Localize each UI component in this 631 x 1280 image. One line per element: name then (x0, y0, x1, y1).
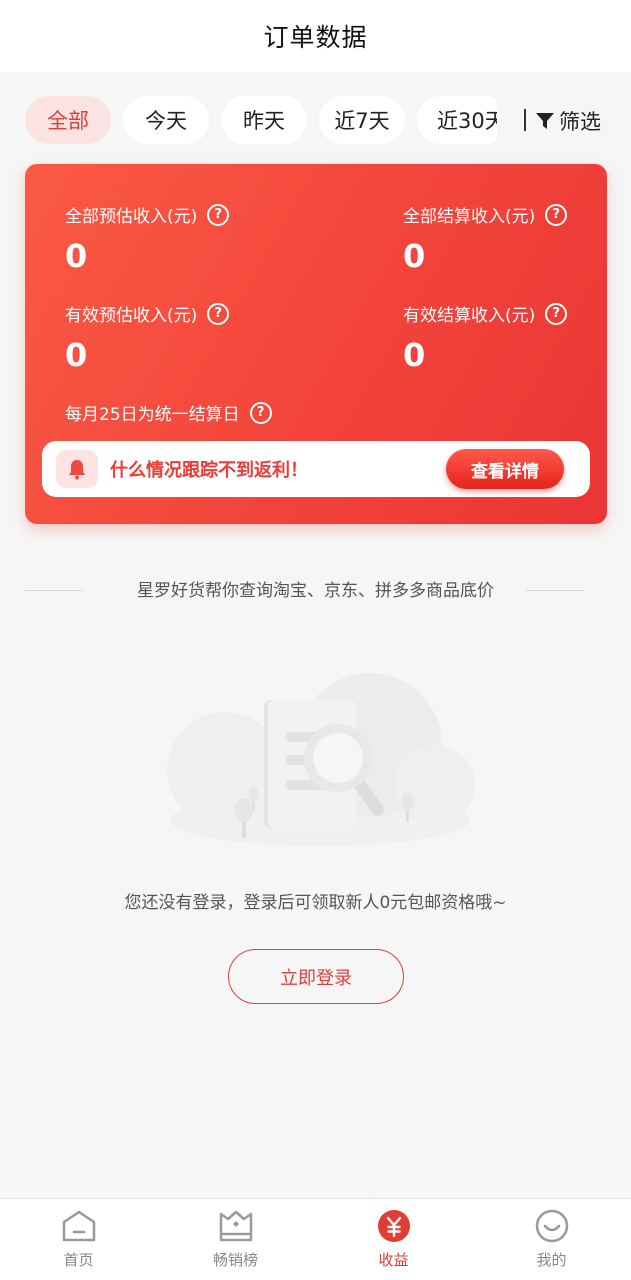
bottom-tab-bar: 首页 畅销榜 收益 我的 (0, 1198, 631, 1280)
promo-divider: 星罗好货帮你查询淘宝、京东、拼多多商品底价 (0, 578, 631, 604)
login-hint: 您还没有登录，登录后可领取新人0元包邮资格哦~ (124, 893, 507, 913)
chip-yesterday[interactable]: 昨天 (221, 96, 307, 144)
promo-text: 星罗好货帮你查询淘宝、京东、拼多多商品底价 (137, 581, 494, 601)
stat-label: 有效结算收入(元) (403, 306, 536, 326)
funnel-icon (536, 113, 554, 129)
view-details-button[interactable]: 查看详情 (446, 449, 564, 489)
date-filter-bar: 全部 今天 昨天 近7天 近30天 筛选 (0, 96, 631, 146)
ranking-icon (219, 1210, 252, 1242)
tab-bestsellers[interactable]: 畅销榜 (157, 1199, 314, 1280)
stat-valid-estimated: 有效预估收入(元)? 0 (65, 301, 230, 374)
chip-last-30-days[interactable]: 近30天 (417, 96, 497, 144)
filter-button[interactable]: 筛选 (535, 96, 601, 146)
tab-label: 我的 (536, 1251, 567, 1269)
empty-search-illustration (167, 673, 475, 846)
chip-today[interactable]: 今天 (123, 96, 209, 144)
chip-last-7-days[interactable]: 近7天 (319, 96, 405, 144)
tab-label: 畅销榜 (212, 1251, 258, 1269)
help-icon[interactable]: ? (207, 302, 230, 325)
stat-total-settled: 全部结算收入(元)? 0 (403, 202, 568, 275)
filter-label: 筛选 (559, 110, 601, 134)
help-icon[interactable]: ? (249, 401, 272, 424)
stat-value: 0 (403, 336, 426, 374)
help-icon[interactable]: ? (545, 302, 568, 325)
yuan-icon (377, 1210, 410, 1242)
help-icon[interactable]: ? (545, 203, 568, 226)
tab-profile[interactable]: 我的 (473, 1199, 630, 1280)
stat-value: 0 (65, 336, 88, 374)
stat-label: 有效预估收入(元) (65, 306, 198, 326)
help-icon[interactable]: ? (207, 203, 230, 226)
stat-value: 0 (403, 237, 426, 275)
tab-home[interactable]: 首页 (0, 1199, 157, 1280)
filter-divider (524, 109, 526, 131)
smile-icon (535, 1209, 568, 1243)
date-chip-scroller[interactable]: 全部 今天 昨天 近7天 近30天 (25, 96, 497, 146)
notice-text: 什么情况跟踪不到返利！ (110, 460, 308, 481)
home-icon (62, 1210, 95, 1242)
stat-label: 全部预估收入(元) (65, 207, 198, 227)
stat-valid-settled: 有效结算收入(元)? 0 (403, 301, 568, 374)
page-header: 订单数据 (0, 0, 631, 72)
tab-earnings[interactable]: 收益 (315, 1199, 472, 1280)
stat-value: 0 (65, 237, 88, 275)
divider-line-right (526, 590, 584, 591)
bell-icon (56, 450, 98, 488)
stat-label: 全部结算收入(元) (403, 207, 536, 227)
settlement-note: 每月25日为统一结算日? (65, 400, 272, 425)
page-title: 订单数据 (263, 23, 368, 52)
chip-all[interactable]: 全部 (25, 96, 111, 144)
settlement-note-text: 每月25日为统一结算日 (65, 405, 240, 425)
rebate-notice-bar[interactable]: 什么情况跟踪不到返利！ 查看详情 (42, 441, 590, 497)
tab-label: 收益 (378, 1251, 409, 1269)
tab-label: 首页 (63, 1251, 94, 1269)
login-button[interactable]: 立即登录 (228, 949, 404, 1004)
stat-total-estimated: 全部预估收入(元)? 0 (65, 202, 230, 275)
earnings-card: 全部预估收入(元)? 0 全部结算收入(元)? 0 有效预估收入(元)? 0 有… (25, 164, 607, 524)
